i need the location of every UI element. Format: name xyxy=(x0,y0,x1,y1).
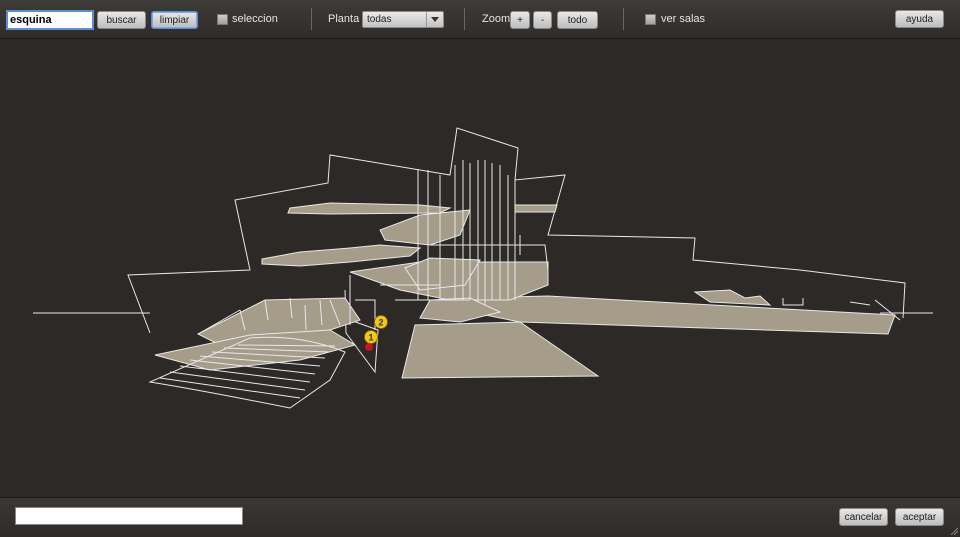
show-rooms-label: ver salas xyxy=(661,13,706,25)
floor-select-value: todas xyxy=(367,14,392,25)
map-marker-1[interactable]: 1 xyxy=(364,330,378,344)
selection-checkbox[interactable] xyxy=(217,14,228,25)
floor-slab-gallery xyxy=(287,202,452,215)
chevron-down-icon[interactable] xyxy=(426,12,443,27)
floor-slab-west-lower xyxy=(154,329,357,371)
toolbar-divider xyxy=(464,8,465,30)
search-input[interactable] xyxy=(6,10,94,30)
floor-slab-plaza xyxy=(401,321,600,379)
map-marker-2[interactable]: 2 xyxy=(374,315,388,329)
floor-slab-north-east xyxy=(514,204,558,213)
marker-1-label: 1 xyxy=(368,333,373,343)
floor-slab-east-detail xyxy=(693,289,772,306)
show-rooms-checkbox[interactable] xyxy=(645,14,656,25)
floor-slab-upper xyxy=(379,209,471,246)
floor-label: Planta xyxy=(328,13,360,25)
zoom-out-button[interactable]: - xyxy=(533,11,552,29)
marker-2-label: 2 xyxy=(378,318,383,328)
toolbar-divider xyxy=(311,8,312,30)
floor-select[interactable]: todas xyxy=(362,11,444,28)
location-highlight[interactable] xyxy=(365,343,373,351)
clear-button[interactable]: limpiar xyxy=(151,11,198,29)
toolbar: buscar limpiar seleccion Planta todas Zo… xyxy=(0,0,960,39)
status-field[interactable] xyxy=(15,507,243,525)
toolbar-divider xyxy=(623,8,624,30)
help-button[interactable]: ayuda xyxy=(895,10,944,28)
accept-button[interactable]: aceptar xyxy=(895,508,944,526)
cancel-button[interactable]: cancelar xyxy=(839,508,888,526)
zoom-in-button[interactable]: + xyxy=(510,11,530,29)
floor-slab-gallery-2 xyxy=(261,244,422,267)
floor-slab-east-wing xyxy=(469,295,896,335)
zoom-label: Zoom xyxy=(482,13,511,25)
floor-plan-view[interactable]: 1 2 xyxy=(0,39,960,497)
search-button[interactable]: buscar xyxy=(97,11,146,29)
selection-label: seleccion xyxy=(232,13,278,25)
zoom-all-button[interactable]: todo xyxy=(557,11,598,29)
resize-grip-icon[interactable] xyxy=(950,527,958,535)
